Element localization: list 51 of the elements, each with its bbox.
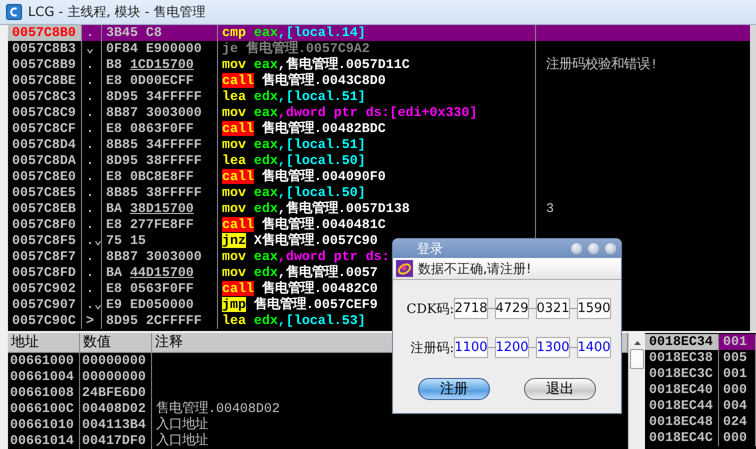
address-cell: 00661014 xyxy=(8,433,80,449)
exit-button[interactable]: 退出 xyxy=(524,378,596,400)
address-cell: 00661008 xyxy=(8,385,80,401)
title-button[interactable] xyxy=(587,242,600,255)
address-cell: 00661000 xyxy=(8,353,80,369)
code-field[interactable]: 1300 xyxy=(536,337,570,358)
hex-cell: 8D95 2CFFFFF xyxy=(102,313,218,329)
comment-cell-text: 入口地址 xyxy=(155,417,209,432)
code-field[interactable]: 4729 xyxy=(495,298,529,319)
value-cell: 24BFE6D0 xyxy=(80,385,152,401)
comment-cell-text: 3 xyxy=(545,201,555,217)
code-field[interactable]: 1400 xyxy=(577,337,611,358)
scrollbar[interactable] xyxy=(628,333,645,449)
code-field[interactable]: 1590 xyxy=(577,298,611,319)
stack-row[interactable]: 0018EC38 005 xyxy=(645,350,756,366)
comment-cell-text: 售电管理.00408D02 xyxy=(155,401,281,416)
address-cell: 0057C90C xyxy=(8,313,82,329)
scroll-up-icon[interactable] xyxy=(634,341,640,345)
address-cell: 00661010 xyxy=(8,417,80,433)
title-button[interactable] xyxy=(570,242,583,255)
stack-row[interactable]: 0018EC48 024 xyxy=(645,414,756,430)
code-field[interactable]: 1200 xyxy=(495,337,529,358)
code-field[interactable]: 1100 xyxy=(454,337,488,358)
stack-row[interactable]: 0018EC3C 001 xyxy=(645,366,756,382)
address-cell: 0066100C xyxy=(8,401,80,417)
value-cell: 00000000 xyxy=(80,369,152,385)
logo-icon xyxy=(396,260,413,277)
stack-row[interactable]: 0018EC34 001 xyxy=(645,334,756,350)
code-field[interactable]: 2718 xyxy=(454,298,488,319)
column-header[interactable]: 数值 xyxy=(80,333,152,352)
disassembly-row[interactable]: 0057C8B0 . 3B45 C8 cmp eax,[local.14] xyxy=(8,25,750,41)
app-icon xyxy=(6,4,22,20)
stack-row[interactable]: 0018EC44 004 xyxy=(645,398,756,414)
stack-row[interactable]: 0018EC40 000 xyxy=(645,382,756,398)
register-button[interactable]: 注册 xyxy=(418,378,490,400)
window-title: LCG - 主线程, 模块 - 售电管理 xyxy=(28,4,206,21)
scroll-thumb[interactable] xyxy=(630,349,644,369)
value-cell: 00000000 xyxy=(80,353,152,369)
address-cell: 00661004 xyxy=(8,369,80,385)
value-cell: 001 xyxy=(719,334,756,350)
value-cell: 00408D02 xyxy=(80,401,152,417)
column-header[interactable]: 地址 xyxy=(8,333,80,352)
address-cell: 0018EC34 xyxy=(645,334,719,350)
comment-cell-text: 入口地址 xyxy=(155,433,209,449)
title-button[interactable] xyxy=(604,242,617,255)
value-cell: 004113B4 xyxy=(80,417,152,433)
code-field[interactable]: 0321 xyxy=(536,298,570,319)
comment-cell-text: 注册码校验和错误! xyxy=(545,57,659,73)
value-cell: 00417DF0 xyxy=(80,433,152,449)
stack-row[interactable]: 0018EC4C 000 xyxy=(645,430,756,446)
address-cell: 0057C8B0 xyxy=(8,25,82,41)
